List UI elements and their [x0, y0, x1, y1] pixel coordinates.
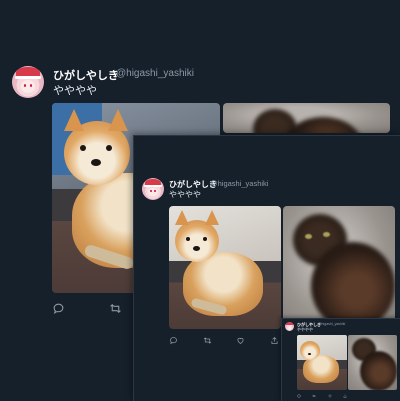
cat-photo[interactable] — [283, 206, 395, 329]
reply-button[interactable] — [169, 336, 178, 345]
dog-eye — [186, 237, 190, 241]
like-button[interactable] — [236, 336, 245, 345]
reply-icon — [52, 302, 65, 315]
dog-photo[interactable] — [169, 206, 281, 329]
dog-ear — [205, 210, 219, 225]
dog-ear — [175, 210, 189, 225]
dog-ear — [64, 109, 84, 131]
tweet-text: やややや — [53, 85, 97, 97]
retweet-button[interactable] — [109, 302, 122, 315]
avatar-eye — [29, 83, 32, 87]
cat-body — [311, 242, 395, 329]
tweet-card-inner: ひがしやしき @higashi_yashiki やややや — [281, 318, 400, 401]
avatar[interactable] — [142, 178, 164, 200]
cat-body — [283, 117, 363, 133]
retweet-icon — [312, 394, 316, 398]
santa-hat — [286, 322, 293, 326]
share-button[interactable] — [270, 336, 279, 345]
avatar-face — [287, 325, 292, 330]
dog-head — [175, 220, 219, 262]
hat-trim — [144, 185, 162, 188]
reply-icon — [169, 336, 178, 345]
avatar[interactable] — [12, 66, 44, 98]
dog-photo[interactable] — [297, 335, 347, 390]
handle[interactable]: @higashi_yashiki — [210, 179, 268, 188]
dog-nose — [91, 159, 101, 166]
dog-head — [300, 341, 320, 360]
cat-body — [360, 351, 397, 390]
tweet-actions — [169, 336, 279, 345]
share-button[interactable] — [343, 394, 347, 398]
like-icon — [236, 336, 245, 345]
dog-nose — [193, 246, 200, 251]
retweet-icon — [203, 336, 212, 345]
cat-eye — [323, 232, 330, 237]
like-button[interactable] — [328, 394, 332, 398]
dog-nose — [308, 353, 311, 355]
share-icon — [270, 336, 279, 345]
dog-eye — [203, 237, 207, 241]
dog-eye — [80, 145, 86, 151]
display-name[interactable]: ひがしやしき — [53, 67, 119, 83]
reply-button[interactable] — [52, 302, 65, 315]
reply-button[interactable] — [297, 394, 301, 398]
retweet-button[interactable] — [203, 336, 212, 345]
cat-photo[interactable] — [223, 103, 390, 133]
share-icon — [343, 394, 347, 398]
handle[interactable]: @higashi_yashiki — [116, 68, 194, 79]
handle[interactable]: @higashi_yashiki — [318, 322, 345, 326]
avatar-face — [148, 187, 158, 197]
retweet-button[interactable] — [312, 394, 316, 398]
reply-icon — [297, 394, 301, 398]
like-icon — [328, 394, 332, 398]
tweet-text: やややや — [297, 327, 313, 332]
avatar-face — [20, 80, 36, 93]
cat-photo[interactable] — [348, 335, 397, 390]
tweet-text: やややや — [169, 190, 201, 199]
cat-eye — [305, 234, 312, 239]
avatar[interactable] — [285, 322, 294, 331]
dog-eye — [106, 145, 112, 151]
tweet-actions — [297, 394, 347, 398]
tweet-actions — [52, 302, 122, 315]
dog-ear — [108, 109, 128, 131]
retweet-icon — [109, 302, 122, 315]
hat-trim — [15, 76, 41, 80]
